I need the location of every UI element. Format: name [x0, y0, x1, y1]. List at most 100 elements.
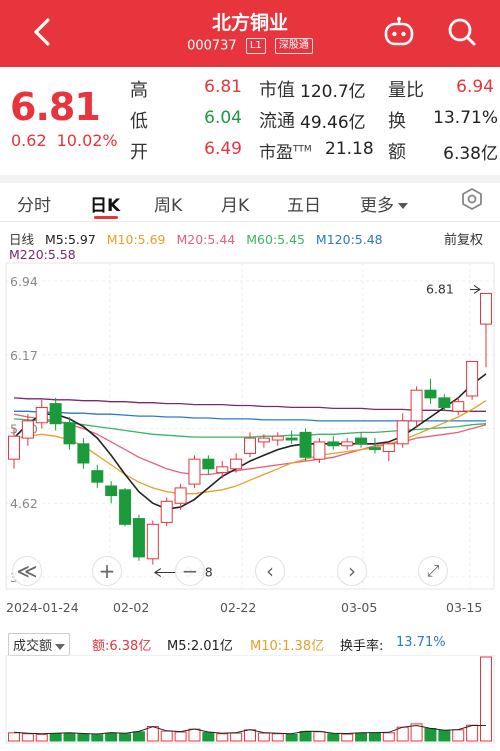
search-icon[interactable] [446, 16, 478, 48]
quote-panel: 6.81 0.62 10.02% 高 6.81 低 6.04 开 6.49 市值 … [0, 67, 500, 175]
volume-indicator-select[interactable]: 成交额 [8, 633, 71, 656]
tab-five-day[interactable]: 五日 [287, 191, 321, 216]
chevron-down-icon [55, 643, 66, 650]
x-tick-label: 02-22 [220, 600, 256, 615]
volume-ma5: M5:2.01亿 [167, 639, 233, 654]
change-amount: 0.62 [11, 131, 47, 150]
volume-indicator-label: 成交额 [13, 639, 53, 654]
volume-bar-up [396, 726, 409, 742]
chevron-left-icon: ‹ [266, 559, 274, 583]
volume-bar-down [285, 733, 298, 742]
float-cap-value: 49.46亿 [300, 113, 366, 133]
zoom-in-button[interactable]: + [92, 556, 122, 586]
candle-up [480, 292, 492, 325]
candle-down [368, 447, 381, 451]
candle-down [132, 518, 145, 558]
volume-bar-up [313, 731, 326, 742]
y-tick-label: 6.94 [10, 274, 38, 289]
volume-bar-up [271, 733, 284, 742]
open-label: 开 [130, 142, 148, 163]
tabs-divider [0, 221, 500, 222]
candle-up [8, 435, 20, 460]
connect-badge: 深股通 [274, 38, 313, 54]
scroll-left-button[interactable]: ≪ [12, 556, 42, 586]
tab-more-label: 更多 [360, 196, 394, 216]
candle-up [271, 435, 284, 441]
volume-bar-down [105, 732, 118, 742]
candle-up [188, 458, 201, 485]
candle-down [299, 431, 312, 458]
volume-bar-down [327, 733, 340, 742]
volume-bar-up [244, 729, 256, 742]
volume-bar-up [452, 729, 465, 742]
volume-bar-up [257, 732, 270, 742]
low-label: 低 [130, 111, 148, 132]
volume-bar-up [146, 726, 159, 742]
candle-up [174, 487, 187, 504]
zoom-out-button[interactable]: − [175, 556, 205, 586]
volume-bar-up [230, 732, 243, 742]
volume-bar-up [216, 733, 229, 742]
candle-up [35, 406, 48, 424]
candle-up [466, 360, 479, 397]
next-button[interactable]: › [337, 556, 367, 586]
volume-bar-down [49, 733, 62, 742]
settings-hexagon-icon[interactable] [460, 187, 484, 211]
tab-weekly-k[interactable]: 周K [154, 191, 182, 216]
current-price: 6.81 [10, 85, 101, 129]
candle-up [452, 401, 465, 412]
price-change: 0.62 10.02% [11, 131, 128, 150]
candle-up [382, 443, 395, 453]
turnover-rate-label: 换手率: [340, 639, 384, 654]
change-percent: 10.02% [56, 131, 118, 150]
market-cap-label: 市值 [259, 80, 295, 101]
active-tab-indicator [94, 216, 118, 219]
candle-up [146, 523, 159, 560]
volume-bar-up [188, 728, 201, 742]
double-left-icon: ≪ [16, 559, 38, 583]
stock-code-line: 000737 L1 深股通 [0, 38, 500, 54]
candle-up [244, 437, 256, 454]
pe-ttm-label: 市盈TTM [259, 143, 312, 163]
volume-bar-up [341, 733, 354, 742]
volume-bar-up [174, 731, 187, 742]
volume-bar-down [77, 733, 90, 742]
level-badge: L1 [245, 38, 266, 54]
chevron-down-icon [398, 203, 408, 209]
x-tick-label: 03-05 [341, 600, 377, 615]
candle-up [216, 466, 229, 474]
candle-up [230, 458, 243, 470]
plot-frame [5, 262, 495, 590]
stock-code: 000737 [187, 38, 237, 54]
volume-bar-up [480, 656, 492, 742]
candle-up [257, 437, 270, 443]
volume-chart[interactable] [0, 655, 500, 747]
volume-amount: 额:6.38亿 [92, 639, 152, 654]
volume-bar-down [424, 727, 437, 742]
amount-label: 额 [388, 142, 406, 163]
previous-button[interactable]: ‹ [255, 556, 285, 586]
turnover-value: 13.71% [433, 108, 498, 128]
candle-down [424, 389, 437, 399]
volume-bar-down [91, 734, 104, 742]
fullscreen-button[interactable]: ⤢ [418, 556, 448, 586]
candle-down [119, 489, 132, 525]
volume-bar-down [368, 732, 381, 742]
candle-up [21, 420, 34, 439]
volume-bar-down [202, 731, 215, 742]
x-tick-label: 02-02 [113, 600, 149, 615]
high-value: 6.81 [204, 77, 242, 97]
robot-assistant-icon[interactable] [382, 16, 416, 48]
stock-name: 北方铜业 [211, 12, 288, 34]
market-cap-value: 120.7亿 [300, 82, 366, 102]
candle-down [49, 403, 62, 425]
tab-monthly-k[interactable]: 月K [221, 191, 249, 216]
tab-daily-k[interactable]: 日K [90, 191, 120, 216]
candle-down [77, 443, 90, 464]
volume-bar-up [382, 732, 395, 742]
candle-down [91, 470, 104, 483]
float-cap-label: 流通 [259, 111, 295, 132]
tab-intraday[interactable]: 分时 [17, 191, 51, 216]
tab-more[interactable]: 更多 [360, 191, 408, 216]
turnover-label: 换 [388, 111, 406, 132]
